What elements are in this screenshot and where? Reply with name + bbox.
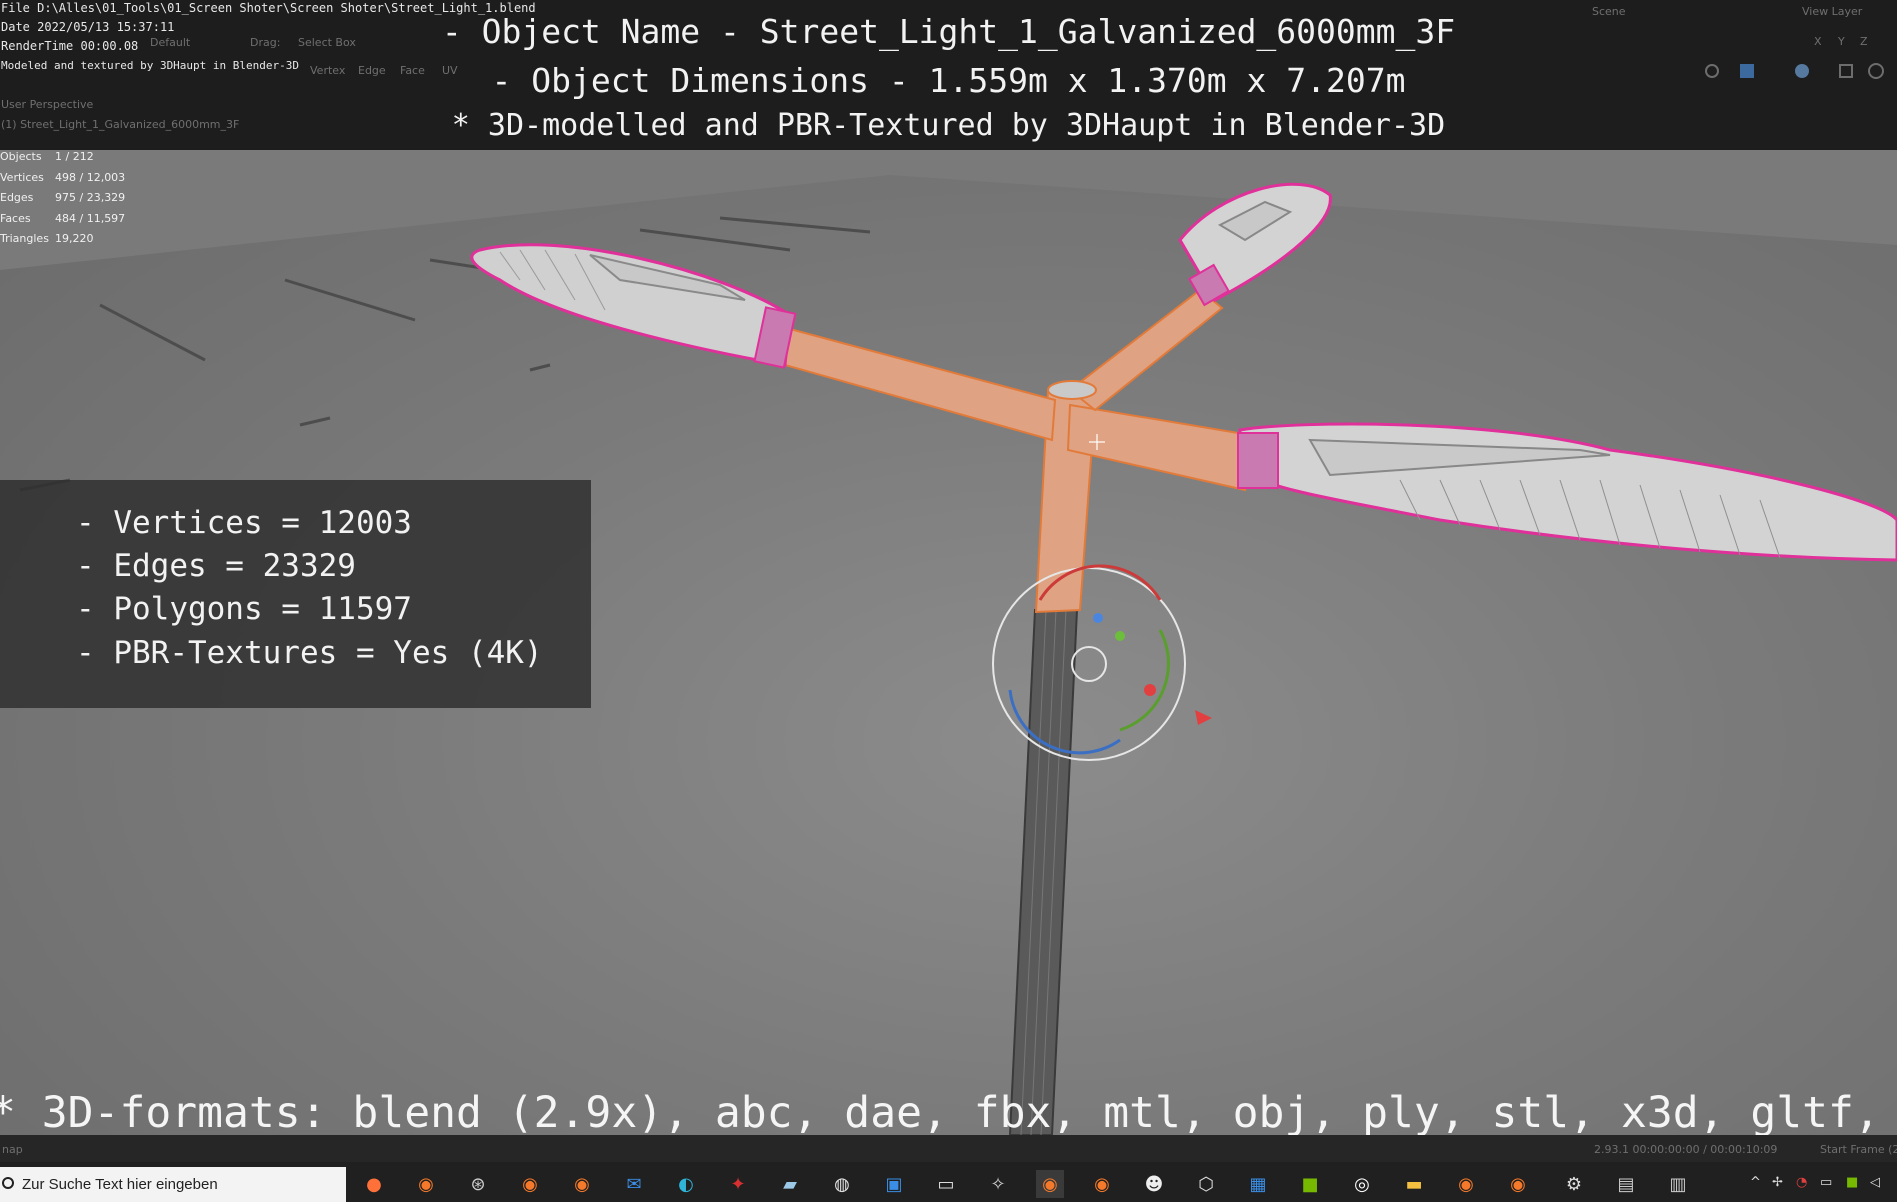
- stat-row: Edges 975 / 23,329: [0, 191, 126, 204]
- app-gray-icon[interactable]: ▤: [1612, 1170, 1640, 1198]
- app-red-icon[interactable]: ✦: [724, 1170, 752, 1198]
- rotate-gizmo-icon: [992, 564, 1212, 761]
- blender-icon[interactable]: ◉: [568, 1170, 596, 1198]
- right-lamp-head: [1237, 422, 1897, 562]
- edge-icon[interactable]: ◐: [672, 1170, 700, 1198]
- version-time: 2.93.1 00:00:00:00 / 00:00:10:09: [1594, 1143, 1778, 1156]
- blender-icon[interactable]: ◉: [1452, 1170, 1480, 1198]
- blender-icon[interactable]: ◉: [412, 1170, 440, 1198]
- folder-icon[interactable]: ▬: [1400, 1170, 1428, 1198]
- stat-row: Triangles 19,220: [0, 232, 94, 245]
- start-frame: Start Frame (2: [1820, 1143, 1897, 1156]
- tray-nvidia-icon[interactable]: ■: [1846, 1175, 1858, 1190]
- status-left: nap: [2, 1143, 23, 1156]
- stat-row: Vertices 498 / 12,003: [0, 170, 126, 184]
- terminal-icon[interactable]: ▭: [932, 1170, 960, 1198]
- settings-icon[interactable]: ⚙: [1560, 1170, 1588, 1198]
- blender-icon[interactable]: ◉: [1088, 1170, 1116, 1198]
- windows-taskbar: Zur Suche Text hier eingeben ● ◉ ⊛ ◉ ◉ ✉…: [0, 1162, 1897, 1202]
- calendar-icon[interactable]: ▦: [1244, 1170, 1272, 1198]
- tray-chevron-icon[interactable]: ^: [1750, 1175, 1761, 1190]
- credit-line: * 3D-modelled and PBR-Textured by 3DHaup…: [451, 108, 1446, 143]
- info-polygons: - Polygons = 11597: [76, 591, 412, 627]
- mail-icon[interactable]: ✉: [620, 1170, 648, 1198]
- tray-network-icon[interactable]: ✢: [1772, 1175, 1783, 1190]
- info-textures: - PBR-Textures = Yes (4K): [76, 635, 543, 671]
- taskbar-search-box[interactable]: Zur Suche Text hier eingeben: [0, 1167, 346, 1202]
- back-lamp-head: [1178, 182, 1332, 307]
- blender-icon[interactable]: ◉: [516, 1170, 544, 1198]
- stat-row: Objects 1 / 212: [0, 150, 94, 163]
- info-vertices: - Vertices = 12003: [76, 505, 412, 541]
- steam-icon[interactable]: ⊛: [464, 1170, 492, 1198]
- search-icon: [2, 1177, 14, 1189]
- blender-icon[interactable]: ◉: [1036, 1170, 1064, 1198]
- viewport-stats: Objects 1 / 212 Vertices 498 / 12,003 Edge…: [0, 150, 160, 253]
- viewport-header: File D:\Alles\01_Tools\01_Screen Shoter\…: [0, 0, 1897, 150]
- stat-row: Faces 484 / 11,597: [0, 211, 126, 225]
- app-blue-icon[interactable]: ▣: [880, 1170, 908, 1198]
- tray-app-icon[interactable]: ◔: [1796, 1175, 1807, 1190]
- firefox-icon[interactable]: ●: [360, 1170, 388, 1198]
- tray-volume-icon[interactable]: ◁: [1870, 1175, 1880, 1190]
- notepad-icon[interactable]: ▰: [776, 1170, 804, 1198]
- nvidia-icon[interactable]: ■: [1296, 1170, 1324, 1198]
- blender-status-bar: nap 2.93.1 00:00:00:00 / 00:00:10:09 Sta…: [0, 1135, 1897, 1162]
- formats-banner: * 3D-formats: blend (2.9x), abc, dae, fb…: [0, 1088, 1897, 1138]
- mesh-info-panel: - Vertices = 12003 - Edges = 23329 - Pol…: [0, 480, 591, 708]
- panda-icon[interactable]: ☻: [1140, 1170, 1168, 1198]
- app-circle-icon[interactable]: ◎: [1348, 1170, 1376, 1198]
- app-doc-icon[interactable]: ▥: [1664, 1170, 1692, 1198]
- search-placeholder: Zur Suche Text hier eingeben: [22, 1176, 218, 1193]
- left-lamp-head: [470, 243, 797, 369]
- info-edges: - Edges = 23329: [76, 548, 356, 584]
- blender-icon[interactable]: ◉: [1504, 1170, 1532, 1198]
- game-icon[interactable]: ✧: [984, 1170, 1012, 1198]
- paint-icon[interactable]: ◍: [828, 1170, 856, 1198]
- tray-battery-icon[interactable]: ▭: [1820, 1175, 1832, 1190]
- cube-icon[interactable]: ⬡: [1192, 1170, 1220, 1198]
- object-name-title: - Object Name - Street_Light_1_Galvanize…: [441, 12, 1456, 51]
- object-dimensions: - Object Dimensions - 1.559m x 1.370m x …: [491, 61, 1406, 100]
